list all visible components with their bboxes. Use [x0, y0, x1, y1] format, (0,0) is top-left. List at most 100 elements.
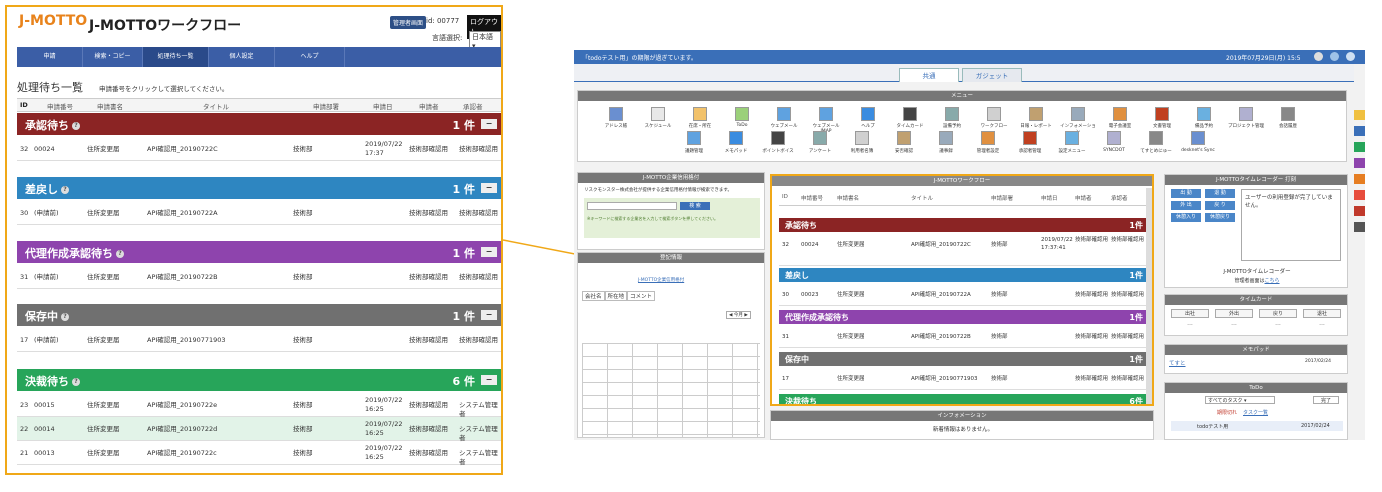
table-row[interactable]: 23 00015 住所変更届 API確認用_20190722e 技術部 2019/07/2…	[17, 393, 501, 418]
menu-icon[interactable]	[1239, 107, 1253, 121]
menu-icon[interactable]	[1029, 107, 1043, 121]
nav-item-4[interactable]: ヘルプ	[275, 47, 345, 67]
wf-table-row[interactable]: 30 00023 住所変更届 API確認用_20190722A 技術部 技術部確認用 技術部…	[779, 284, 1149, 306]
side-tab-8[interactable]	[1354, 222, 1365, 232]
menu-icon[interactable]	[729, 131, 743, 145]
menu-icon[interactable]	[819, 107, 833, 121]
tab-common[interactable]: 共通	[899, 68, 959, 82]
menu-icon[interactable]	[813, 131, 827, 145]
side-tab-3[interactable]	[1354, 142, 1365, 152]
timerecorder-button-1[interactable]: 退 勤	[1205, 189, 1235, 198]
menu-label[interactable]: 議題管理	[676, 148, 712, 154]
menu-label[interactable]: 利用者名簿	[844, 148, 880, 154]
side-tab-5[interactable]	[1354, 174, 1365, 184]
menu-icon[interactable]	[693, 107, 707, 121]
menu-icon[interactable]	[651, 107, 665, 121]
menu-icon[interactable]	[897, 131, 911, 145]
admin-button[interactable]: 管理者画面	[390, 16, 427, 29]
menu-icon[interactable]	[1071, 107, 1085, 121]
help-icon[interactable]	[1346, 52, 1355, 61]
menu-icon[interactable]	[1149, 131, 1163, 145]
company-tab-name[interactable]: 会社名	[582, 291, 605, 301]
credit-search-button[interactable]: 検 索	[680, 202, 710, 210]
menu-label[interactable]: 設備予約	[934, 123, 970, 129]
menu-label[interactable]: 備品予約	[1186, 123, 1222, 129]
menu-label[interactable]: ポイントボイス	[760, 148, 796, 154]
menu-label[interactable]: タイムカード	[892, 123, 928, 129]
help-icon[interactable]: ?	[61, 186, 69, 194]
timerecorder-button-0[interactable]: 出 勤	[1171, 189, 1201, 198]
help-icon[interactable]: ?	[72, 122, 80, 130]
collapse-button[interactable]: −	[481, 183, 497, 193]
table-row[interactable]: 21 00013 住所変更届 API確認用_20190722c 技術部 2019/07/2…	[17, 441, 501, 466]
menu-icon[interactable]	[987, 107, 1001, 121]
menu-icon[interactable]	[981, 131, 995, 145]
table-row[interactable]: 32 00024 住所変更届 API確認用_20190722C 技術部 2019/07/2…	[17, 137, 501, 161]
side-tab-7[interactable]	[1354, 206, 1365, 216]
todo-item[interactable]: todoテスト用 2017/02/24	[1171, 421, 1343, 431]
menu-label[interactable]: 在席・所在	[682, 123, 718, 129]
nav-item-1[interactable]: 検索・コピー	[83, 47, 143, 67]
company-link[interactable]: J-MOTTO企業信用格付	[638, 277, 684, 283]
user-icon[interactable]	[1314, 52, 1323, 61]
menu-label[interactable]: スケジュール	[640, 123, 676, 129]
help-icon[interactable]: ?	[61, 313, 69, 321]
menu-label[interactable]: 設定メニュー	[1054, 148, 1090, 154]
menu-icon[interactable]	[777, 107, 791, 121]
column-header-0[interactable]: ID	[20, 101, 28, 109]
menu-icon[interactable]	[945, 107, 959, 121]
table-row[interactable]: 17 (申請前) 住所変更届 API確認用_20190771903 技術部 技術部確認用 技…	[17, 328, 501, 352]
menu-label[interactable]: SYNCDOT	[1096, 148, 1132, 153]
menu-label[interactable]: 管理者設定	[970, 148, 1006, 154]
timerecorder-button-2[interactable]: 外 出	[1171, 201, 1201, 210]
cell-no[interactable]: (申請前)	[34, 209, 84, 218]
wf-cell-no[interactable]: 00023	[801, 291, 831, 299]
timecard-button-0[interactable]: 出社	[1171, 309, 1209, 318]
nav-item-3[interactable]: 個人設定	[209, 47, 275, 67]
collapse-button[interactable]: −	[481, 119, 497, 129]
side-tab-6[interactable]	[1354, 190, 1365, 200]
this-month-button[interactable]: ◀ 今月 ▶	[726, 311, 751, 319]
menu-icon[interactable]	[1107, 131, 1121, 145]
menu-icon[interactable]	[1281, 107, 1295, 121]
tab-gadget[interactable]: ガジェット	[962, 68, 1022, 82]
menu-icon[interactable]	[1023, 131, 1037, 145]
timerecorder-button-4[interactable]: 休憩入り	[1171, 213, 1201, 222]
table-row[interactable]: 30 (申請前) 住所変更届 API確認用_20190722A 技術部 技術部確認用 技術部…	[17, 201, 501, 225]
table-row[interactable]: 31 (申請前) 住所変更届 API確認用_20190722B 技術部 技術部確認用 技術部…	[17, 265, 501, 289]
menu-label[interactable]: プロジェクト管理	[1228, 123, 1264, 129]
cell-no[interactable]: 00015	[34, 401, 84, 410]
company-tab-comment[interactable]: コメント	[627, 291, 656, 301]
todo-complete-button[interactable]: 完了	[1313, 396, 1339, 404]
wf-table-row[interactable]: 32 00024 住所変更届 API確認用_20190722C 技術部 2019/07/2…	[779, 234, 1149, 266]
menu-icon[interactable]	[735, 107, 749, 121]
menu-label[interactable]: てすとめにゅー	[1138, 148, 1174, 154]
calendar-grid[interactable]	[582, 343, 760, 437]
timecard-button-1[interactable]: 外出	[1215, 309, 1253, 318]
menu-label[interactable]: 文書管理	[1144, 123, 1180, 129]
wf-table-row[interactable]: 17 住所変更届 API確認用_20190771903 技術部 技術部確認用 技術部確認用	[779, 368, 1149, 390]
settings-icon[interactable]	[1330, 52, 1339, 61]
menu-icon[interactable]	[687, 131, 701, 145]
menu-label[interactable]: 電子会議室	[1102, 123, 1138, 129]
menu-icon[interactable]	[609, 107, 623, 121]
collapse-button[interactable]: −	[481, 375, 497, 385]
menu-icon[interactable]	[1155, 107, 1169, 121]
menu-icon[interactable]	[1113, 107, 1127, 121]
menu-label[interactable]: ToDo	[724, 123, 760, 128]
nav-item-0[interactable]: 申請	[17, 47, 83, 67]
menu-icon[interactable]	[939, 131, 953, 145]
menu-icon[interactable]	[855, 131, 869, 145]
menu-icon[interactable]	[1065, 131, 1079, 145]
side-tab-2[interactable]	[1354, 126, 1365, 136]
menu-icon[interactable]	[903, 107, 917, 121]
workflow-scrollbar[interactable]	[1146, 188, 1152, 404]
timerecorder-admin-link[interactable]: こちら	[1265, 278, 1280, 284]
wf-cell-no[interactable]: 00024	[801, 241, 831, 249]
credit-search-input[interactable]	[587, 202, 677, 210]
cell-no[interactable]: 00024	[34, 145, 84, 154]
notice-text[interactable]: 「todoテスト用」の期限が過ぎています。	[582, 53, 697, 62]
timerecorder-button-3[interactable]: 戻 り	[1205, 201, 1235, 210]
todo-list-link[interactable]: タスク一覧	[1243, 409, 1268, 416]
company-tab-address[interactable]: 所在地	[604, 291, 628, 301]
